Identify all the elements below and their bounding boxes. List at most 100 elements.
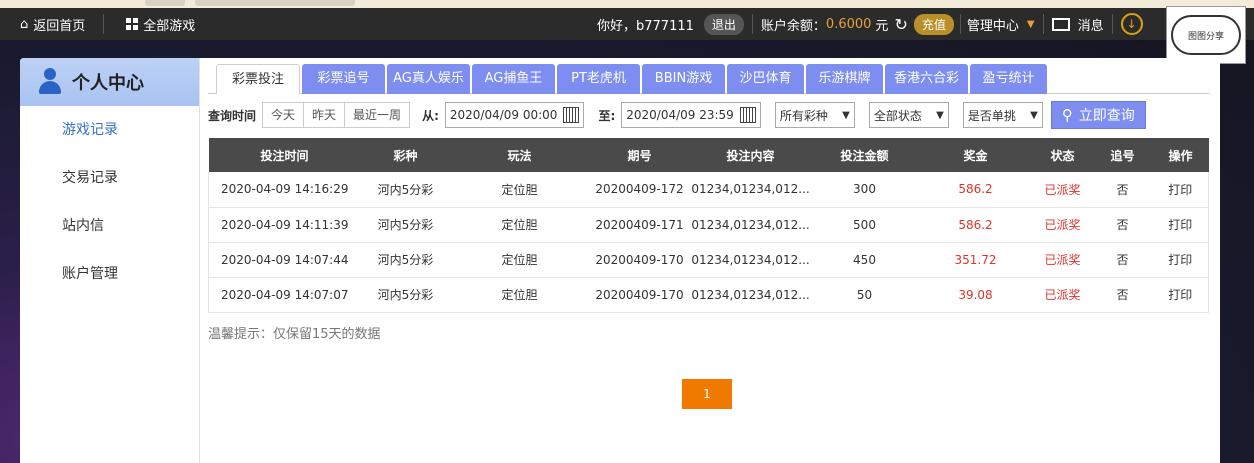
tab-ag-live[interactable]: AG真人娱乐	[387, 64, 470, 94]
to-date-field[interactable]: 2020/04/09 23:59	[621, 102, 761, 128]
top-strip-tab[interactable]	[195, 0, 355, 6]
quick-range: 今天 昨天 最近一周	[262, 102, 411, 128]
column-header: 期号	[588, 138, 691, 172]
lottery-select-value: 所有彩种	[779, 108, 828, 123]
lottery-select[interactable]: 所有彩种 ▼	[774, 102, 855, 128]
cell-issue: 20200409-171	[588, 207, 691, 243]
content-area: 彩票投注 彩票追号 AG真人娱乐 AG捕鱼王 PT老虎机 BBIN游戏 沙巴体育…	[208, 64, 1210, 409]
to-date-value: 2020/04/09 23:59	[626, 108, 734, 122]
table-row[interactable]: 2020-04-09 14:07:44 河内5分彩 定位胆 20200409-1…	[208, 242, 1209, 278]
cell-prize: 39.08	[918, 277, 1033, 313]
mail-icon[interactable]	[1051, 17, 1070, 31]
column-header: 投注时间	[208, 138, 361, 172]
sidebar-item-transactions[interactable]: 交易记录	[20, 154, 199, 202]
table-row[interactable]: 2020-04-09 14:16:29 河内5分彩 定位胆 20200409-1…	[208, 172, 1209, 208]
cell-prize: 586.2	[918, 172, 1033, 208]
all-games-link[interactable]: 全部游戏	[126, 15, 195, 34]
print-link[interactable]: 打印	[1152, 242, 1209, 278]
recharge-button[interactable]: 充值	[913, 13, 954, 35]
tab-leyou-cards[interactable]: 乐游棋牌	[806, 64, 883, 94]
calendar-icon[interactable]	[563, 107, 580, 123]
dropdown-arrow-icon: ▼	[842, 109, 850, 121]
last-week-button[interactable]: 最近一周	[345, 103, 409, 127]
tab-ag-fishing[interactable]: AG捕鱼王	[472, 64, 555, 94]
print-link[interactable]: 打印	[1152, 277, 1209, 313]
today-button[interactable]: 今天	[263, 103, 305, 127]
bet-records-table: 投注时间 彩种 玩法 期号 投注内容 投注金额 奖金 状态 追号 操作 2020…	[208, 138, 1209, 313]
tab-lottery-bets[interactable]: 彩票投注	[216, 64, 300, 94]
from-date-field[interactable]: 2020/04/09 00:00	[444, 102, 585, 128]
balance-label: 账户余额：	[760, 18, 826, 34]
cell-lottery: 河内5分彩	[360, 242, 451, 278]
record-tabs: 彩票投注 彩票追号 AG真人娱乐 AG捕鱼王 PT老虎机 BBIN游戏 沙巴体育…	[208, 64, 1210, 94]
column-header: 操作	[1152, 138, 1209, 172]
status-select[interactable]: 全部状态 ▼	[868, 102, 949, 128]
cell-content: 01234,01234,012...	[690, 242, 811, 278]
column-header: 奖金	[918, 138, 1033, 172]
watermark-logo: 图图分享	[1166, 6, 1246, 64]
divider	[1042, 14, 1044, 34]
print-link[interactable]: 打印	[1152, 207, 1209, 243]
tab-bbin[interactable]: BBIN游戏	[642, 64, 725, 94]
all-games-label: 全部游戏	[143, 18, 196, 34]
cell-content: 01234,01234,012...	[690, 207, 811, 243]
messages-link[interactable]: 消息	[1078, 15, 1104, 34]
query-label: 立即查询	[1078, 108, 1135, 124]
cell-prize: 351.72	[918, 242, 1033, 278]
print-link[interactable]: 打印	[1152, 172, 1209, 208]
divider	[751, 14, 753, 34]
refresh-icon[interactable]: ↻	[894, 15, 907, 34]
cell-chase: 否	[1092, 172, 1153, 208]
top-strip-tab[interactable]	[145, 0, 185, 6]
tab-hk-mark-six[interactable]: 香港六合彩	[885, 64, 968, 94]
sidebar-item-account[interactable]: 账户管理	[20, 250, 199, 298]
sidebar-item-messages[interactable]: 站内信	[20, 202, 199, 250]
query-button[interactable]: ⚲ 立即查询	[1050, 101, 1146, 129]
cell-content: 01234,01234,012...	[690, 172, 811, 208]
download-icon[interactable]: ↓	[1120, 13, 1143, 35]
chevron-down-icon[interactable]: ▼	[1027, 19, 1035, 30]
main-panel: 个人中心 游戏记录 交易记录 站内信 账户管理 彩票投注 彩票追号 AG真人娱乐…	[20, 58, 1220, 463]
cell-amount: 50	[810, 277, 919, 313]
column-header: 玩法	[450, 138, 589, 172]
logout-button[interactable]: 退出	[703, 13, 744, 35]
home-link[interactable]: ⌂ 返回首页	[20, 15, 85, 34]
dropdown-arrow-icon: ▼	[936, 109, 944, 121]
yesterday-button[interactable]: 昨天	[304, 103, 346, 127]
cell-chase: 否	[1092, 207, 1153, 243]
table-row[interactable]: 2020-04-09 14:11:39 河内5分彩 定位胆 20200409-1…	[208, 207, 1209, 243]
tab-lottery-chase[interactable]: 彩票追号	[302, 64, 385, 94]
cell-status: 已派奖	[1032, 207, 1093, 243]
cell-bet-time: 2020-04-09 14:11:39	[208, 207, 361, 243]
tab-pt-slots[interactable]: PT老虎机	[557, 64, 640, 94]
sidebar-item-game-records[interactable]: 游戏记录	[20, 106, 199, 154]
calendar-icon[interactable]	[739, 107, 756, 123]
search-icon: ⚲	[1061, 106, 1073, 124]
table-row[interactable]: 2020-04-09 14:07:07 河内5分彩 定位胆 20200409-1…	[208, 277, 1209, 313]
cell-prize: 586.2	[918, 207, 1033, 243]
grid-icon	[126, 18, 139, 30]
divider	[1111, 14, 1113, 34]
tab-profit-stats[interactable]: 盈亏统计	[970, 64, 1047, 94]
single-select-value: 是否单挑	[967, 108, 1016, 123]
page-button[interactable]: 1	[682, 379, 732, 409]
top-strip	[0, 0, 1254, 8]
cell-play: 定位胆	[450, 277, 589, 313]
user-icon	[38, 68, 62, 96]
cell-lottery: 河内5分彩	[360, 172, 451, 208]
cell-play: 定位胆	[450, 172, 589, 208]
cell-amount: 300	[810, 172, 919, 208]
sidebar-title: 个人中心	[72, 73, 144, 94]
cell-bet-time: 2020-04-09 14:16:29	[208, 172, 361, 208]
retention-tip: 温馨提示：仅保留15天的数据	[208, 326, 381, 342]
status-select-value: 全部状态	[873, 108, 922, 123]
sidebar: 个人中心 游戏记录 交易记录 站内信 账户管理	[20, 58, 200, 463]
manage-center-link[interactable]: 管理中心	[967, 15, 1019, 34]
from-date-value: 2020/04/09 00:00	[449, 108, 558, 122]
top-bar: ⌂ 返回首页 全部游戏 你好，b777111 退出 账户余额： 0.6000 元…	[0, 8, 1254, 40]
tab-saba-sports[interactable]: 沙巴体育	[727, 64, 804, 94]
greeting-text: 你好，b777111	[597, 18, 694, 34]
single-select[interactable]: 是否单挑 ▼	[962, 102, 1043, 128]
column-header: 状态	[1032, 138, 1093, 172]
cell-status: 已派奖	[1032, 277, 1093, 313]
